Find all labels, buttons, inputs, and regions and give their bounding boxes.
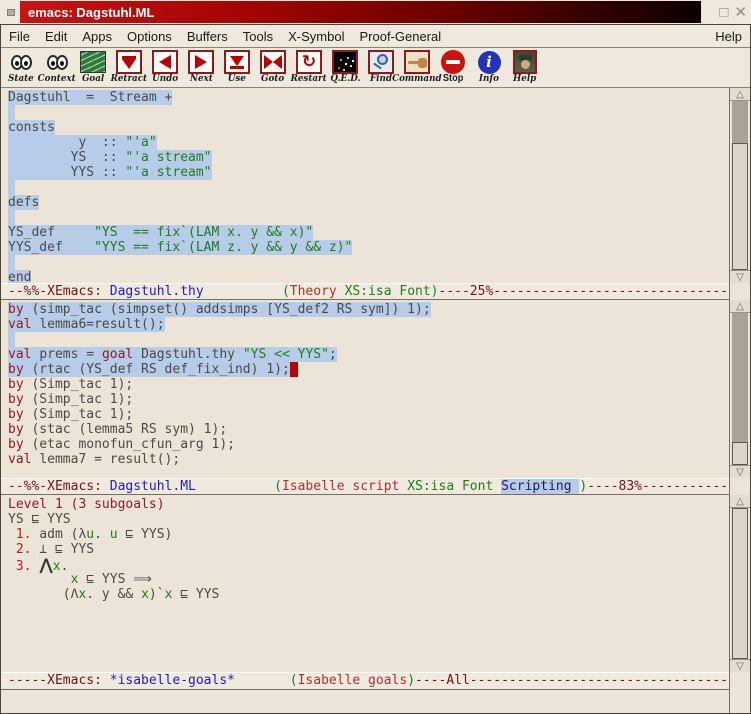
window-menu-icon[interactable] (7, 9, 15, 16)
triangle-right-icon (187, 49, 215, 75)
buffer-goals[interactable]: Level 1 (3 subgoals)YS ⊑ YYS 1. adm (λu.… (1, 495, 729, 672)
menu-apps[interactable]: Apps (82, 29, 112, 44)
triangle-left-icon (151, 49, 179, 75)
pointing-hand-icon (403, 49, 431, 75)
circular-arrow-icon: ↻ (295, 49, 323, 75)
magnifier-icon (367, 49, 395, 75)
scrollbar-column: △ ▽ △ ▽ △ ▽ (729, 88, 750, 713)
close-icon[interactable]: ✕ (734, 5, 747, 20)
goto-button[interactable]: Goto (255, 49, 291, 87)
next-button[interactable]: Next (183, 49, 219, 87)
chalkboard-icon (79, 49, 107, 75)
state-button[interactable]: State (3, 49, 39, 87)
bar-triangle-down-icon (115, 49, 143, 75)
undo-button[interactable]: Undo (147, 49, 183, 87)
buffer-column: Dagstuhl = Stream +consts y :: "'a" YS :… (1, 88, 729, 713)
bowtie-icon (259, 49, 287, 75)
xemacs-window: emacs: Dagstuhl.ML □ ✕ File Edit Apps Op… (0, 0, 751, 714)
scroll-up-icon[interactable]: △ (730, 495, 750, 508)
officer-photo-icon (511, 49, 539, 75)
undo-label: Undo (152, 73, 178, 84)
help-label: Help (513, 73, 536, 84)
scrollbar-gap (730, 672, 750, 713)
context-button[interactable]: Context (39, 49, 75, 87)
toolbar: State Context Goal Retract Undo Next (1, 48, 750, 88)
scrollbar-gap (730, 283, 750, 300)
content: Dagstuhl = Stream +consts y :: "'a" YS :… (1, 88, 750, 713)
modeline-script: --%%-XEmacs: Dagstuhl.ML (Isabelle scrip… (1, 478, 729, 495)
menu-buffers[interactable]: Buffers (187, 29, 228, 44)
restart-button[interactable]: ↻ Restart (291, 49, 327, 87)
command-label: Command (392, 73, 441, 84)
info-label: Info (479, 73, 499, 84)
help-button[interactable]: Help (507, 49, 543, 87)
scrollbar-script[interactable]: △ ▽ (730, 300, 750, 478)
retract-label: Retract (111, 73, 147, 84)
scrollbar-goals[interactable]: △ ▽ (730, 495, 750, 672)
scrollbar-thumb[interactable] (732, 143, 748, 270)
minibuffer-echo-area[interactable] (1, 690, 729, 713)
find-label: Find (370, 73, 392, 84)
retract-button[interactable]: Retract (111, 49, 147, 87)
context-label: Context (38, 73, 76, 84)
state-label: State (8, 73, 34, 84)
scrollbar-track[interactable] (732, 313, 748, 465)
menu-edit[interactable]: Edit (45, 29, 67, 44)
scrollbar-gap (730, 478, 750, 495)
menu-tools[interactable]: Tools (243, 29, 273, 44)
use-label: Use (228, 73, 246, 84)
restart-label: Restart (291, 73, 327, 84)
fireworks-icon (331, 49, 359, 75)
goto-label: Goto (261, 73, 284, 84)
menu-proof-general[interactable]: Proof-General (359, 29, 441, 44)
menu-options[interactable]: Options (127, 29, 172, 44)
frame: File Edit Apps Options Buffers Tools X-S… (0, 24, 751, 714)
buffer-theory[interactable]: Dagstuhl = Stream +consts y :: "'a" YS :… (1, 88, 729, 283)
scrollbar-track[interactable] (732, 101, 748, 270)
scroll-down-icon[interactable]: ▽ (730, 659, 750, 672)
scrollbar-track[interactable] (732, 508, 748, 659)
eyes-icon (7, 49, 35, 75)
window-controls: □ ✕ (719, 0, 747, 24)
window-title: emacs: Dagstuhl.ML (28, 5, 154, 20)
titlebar: emacs: Dagstuhl.ML □ ✕ (0, 0, 751, 24)
triangle-down-bar-icon (223, 49, 251, 75)
qed-label: Q.E.D. (330, 73, 360, 84)
menubar: File Edit Apps Options Buffers Tools X-S… (1, 25, 750, 48)
menu-file[interactable]: File (9, 29, 30, 44)
scrollbar-thumb[interactable] (732, 508, 748, 659)
command-button[interactable]: Command (399, 49, 435, 87)
info-circle-icon: i (475, 49, 503, 75)
scrollbar-theory[interactable]: △ ▽ (730, 88, 750, 283)
info-button[interactable]: i Info (471, 49, 507, 87)
scroll-down-icon[interactable]: ▽ (730, 270, 750, 283)
no-entry-icon (439, 49, 467, 75)
scroll-up-icon[interactable]: △ (730, 88, 750, 101)
stop-label: Stop (443, 73, 463, 84)
modeline-theory: --%%-XEmacs: Dagstuhl.thy (Theory XS:isa… (1, 283, 729, 300)
buffer-script[interactable]: by (simp_tac (simpset() addsimps [YS_def… (1, 300, 729, 478)
next-label: Next (190, 73, 213, 84)
titlebar-gradient: emacs: Dagstuhl.ML (20, 1, 701, 23)
scrollbar-thumb[interactable] (732, 442, 748, 465)
qed-button[interactable]: Q.E.D. (327, 49, 363, 87)
goal-button[interactable]: Goal (75, 49, 111, 87)
menu-x-symbol[interactable]: X-Symbol (288, 29, 344, 44)
modeline-goals: -----XEmacs: *isabelle-goals* (Isabelle … (1, 672, 729, 690)
eyes-icon (43, 49, 71, 75)
goal-label: Goal (82, 73, 104, 84)
menu-help[interactable]: Help (715, 29, 742, 44)
maximize-icon[interactable]: □ (719, 5, 728, 20)
scroll-up-icon[interactable]: △ (730, 300, 750, 313)
scroll-down-icon[interactable]: ▽ (730, 465, 750, 478)
use-button[interactable]: Use (219, 49, 255, 87)
